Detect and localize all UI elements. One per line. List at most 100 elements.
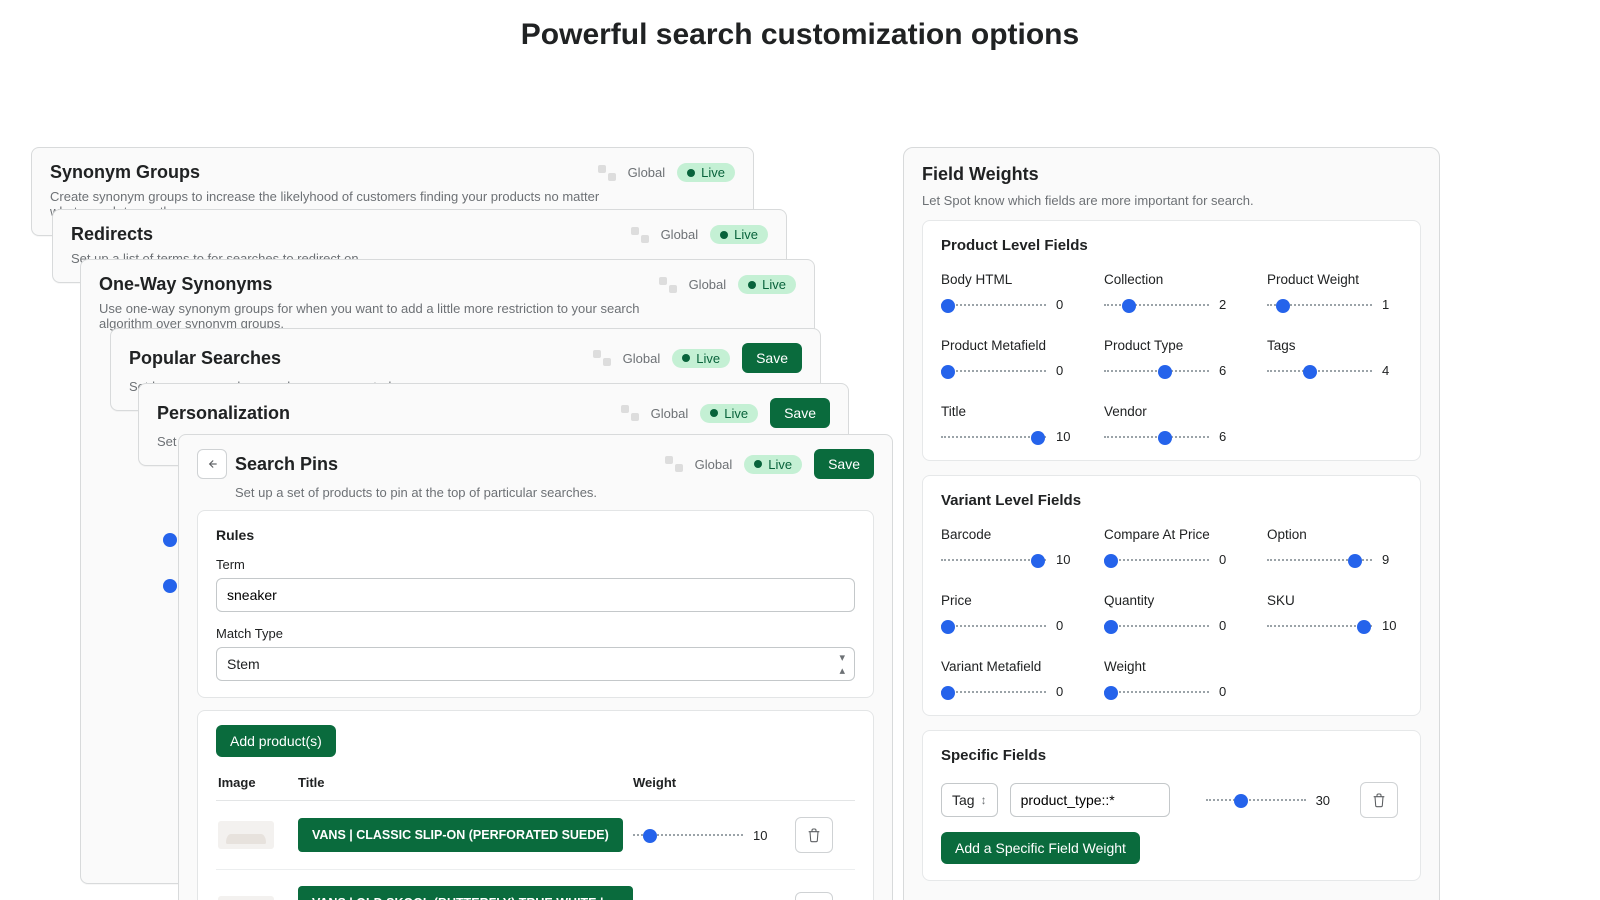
weight-value: 0 (1219, 684, 1239, 699)
field-label: Body HTML (941, 272, 1076, 287)
product-title-pill[interactable]: VANS | CLASSIC SLIP-ON (PERFORATED SUEDE… (298, 818, 623, 852)
weight-slider[interactable] (941, 619, 1046, 633)
specific-type-select[interactable]: Tag (941, 783, 998, 817)
rules-heading: Rules (216, 527, 855, 543)
weight-slider[interactable] (1104, 685, 1209, 699)
field-label: Barcode (941, 527, 1076, 542)
field-weights-card: Field Weights Let Spot know which fields… (903, 147, 1440, 900)
field-label: Product Type (1104, 338, 1239, 353)
card-title: Redirects (71, 224, 153, 245)
card-title: Popular Searches (129, 348, 281, 369)
field-label: Quantity (1104, 593, 1239, 608)
field-label: SKU (1267, 593, 1402, 608)
scope-label: Global (661, 227, 699, 242)
save-button[interactable]: Save (814, 449, 874, 479)
rules-panel: Rules Term Match Type Stem ▾▴ (197, 510, 874, 698)
weight-slider[interactable] (1267, 553, 1372, 567)
field-weight-item: Weight 0 (1104, 659, 1239, 699)
live-badge: Live (677, 163, 735, 182)
field-weight-item: Compare At Price0 (1104, 527, 1239, 567)
field-label: Compare At Price (1104, 527, 1239, 542)
weight-slider[interactable] (941, 553, 1046, 567)
add-specific-field-button[interactable]: Add a Specific Field Weight (941, 832, 1140, 864)
specific-weight-slider[interactable] (1206, 793, 1306, 807)
term-input[interactable] (216, 578, 855, 612)
scope-label: Global (628, 165, 666, 180)
specific-value-input[interactable] (1010, 783, 1170, 817)
card-title: Synonym Groups (50, 162, 200, 183)
weight-value: 9 (1382, 552, 1402, 567)
match-type-select[interactable]: Stem (216, 647, 855, 681)
field-label: Variant Metafield (941, 659, 1076, 674)
field-label: Product Metafield (941, 338, 1076, 353)
weight-slider[interactable] (1104, 430, 1209, 444)
translate-icon[interactable] (621, 405, 639, 421)
save-button[interactable]: Save (742, 343, 802, 373)
weight-slider[interactable] (941, 364, 1046, 378)
weight-value: 1 (1382, 297, 1402, 312)
weight-slider[interactable] (1267, 298, 1372, 312)
translate-icon[interactable] (598, 165, 616, 181)
card-title: One-Way Synonyms (99, 274, 272, 295)
weight-slider[interactable] (1104, 364, 1209, 378)
live-badge: Live (738, 275, 796, 294)
weight-value: 0 (1056, 618, 1076, 633)
weight-value: 10 (1382, 618, 1402, 633)
save-button[interactable]: Save (770, 398, 830, 428)
weight-value: 2 (1219, 297, 1239, 312)
slider-thumb-peek (163, 579, 177, 593)
live-badge: Live (700, 404, 758, 423)
scope-label: Global (689, 277, 727, 292)
weight-value: 10 (1056, 429, 1076, 444)
match-type-label: Match Type (216, 626, 855, 641)
table-row: VANS | CLASSIC SLIP-ON (PERFORATED SUEDE… (216, 801, 855, 870)
back-button[interactable] (197, 449, 227, 479)
weight-slider[interactable] (1104, 298, 1209, 312)
field-weight-item: Body HTML 0 (941, 272, 1076, 312)
product-title-pill[interactable]: VANS | OLD SKOOL (BUTTERFLY) TRUE WHITE … (298, 886, 633, 900)
weight-value: 6 (1219, 429, 1239, 444)
weight-slider[interactable] (941, 298, 1046, 312)
weight-value: 0 (1056, 684, 1076, 699)
weight-slider[interactable] (1104, 553, 1209, 567)
weight-slider[interactable] (1267, 619, 1372, 633)
weight-value: 0 (1219, 618, 1239, 633)
delete-row-button[interactable] (795, 817, 833, 853)
weight-slider[interactable] (1267, 364, 1372, 378)
field-weight-item: Product Type 6 (1104, 338, 1239, 378)
field-label: Price (941, 593, 1076, 608)
translate-icon[interactable] (593, 350, 611, 366)
card-desc: Set up a set of products to pin at the t… (235, 485, 815, 500)
delete-specific-button[interactable] (1360, 782, 1398, 818)
trash-icon (806, 827, 822, 843)
field-weights-title: Field Weights (922, 164, 1421, 185)
weight-slider[interactable] (941, 685, 1046, 699)
translate-icon[interactable] (665, 456, 683, 472)
field-label: Tags (1267, 338, 1402, 353)
field-weight-item: Title10 (941, 404, 1076, 444)
translate-icon[interactable] (659, 277, 677, 293)
match-type-value: Stem (227, 656, 260, 672)
weight-value: 10 (1056, 552, 1076, 567)
card-title: Search Pins (235, 454, 338, 475)
field-weight-item: Option9 (1267, 527, 1402, 567)
add-products-button[interactable]: Add product(s) (216, 725, 336, 757)
weight-slider[interactable] (1104, 619, 1209, 633)
weight-value: 0 (1056, 363, 1076, 378)
field-label: Weight (1104, 659, 1239, 674)
stage: Synonym Groups Global Live Create synony… (0, 80, 1600, 900)
delete-row-button[interactable] (795, 892, 833, 900)
card-desc: Use one-way synonym groups for when you … (99, 301, 679, 331)
weight-slider[interactable] (941, 430, 1046, 444)
weight-value: 10 (753, 828, 773, 843)
section-title: Variant Level Fields (941, 492, 1402, 509)
weight-value: 0 (1056, 297, 1076, 312)
weight-slider[interactable] (633, 828, 743, 842)
specific-weight-value: 30 (1316, 793, 1336, 808)
card-title: Personalization (157, 403, 290, 424)
field-label: Product Weight (1267, 272, 1402, 287)
weight-value: 6 (1219, 363, 1239, 378)
weight-value: 4 (1382, 363, 1402, 378)
translate-icon[interactable] (631, 227, 649, 243)
arrow-left-icon (205, 457, 219, 471)
